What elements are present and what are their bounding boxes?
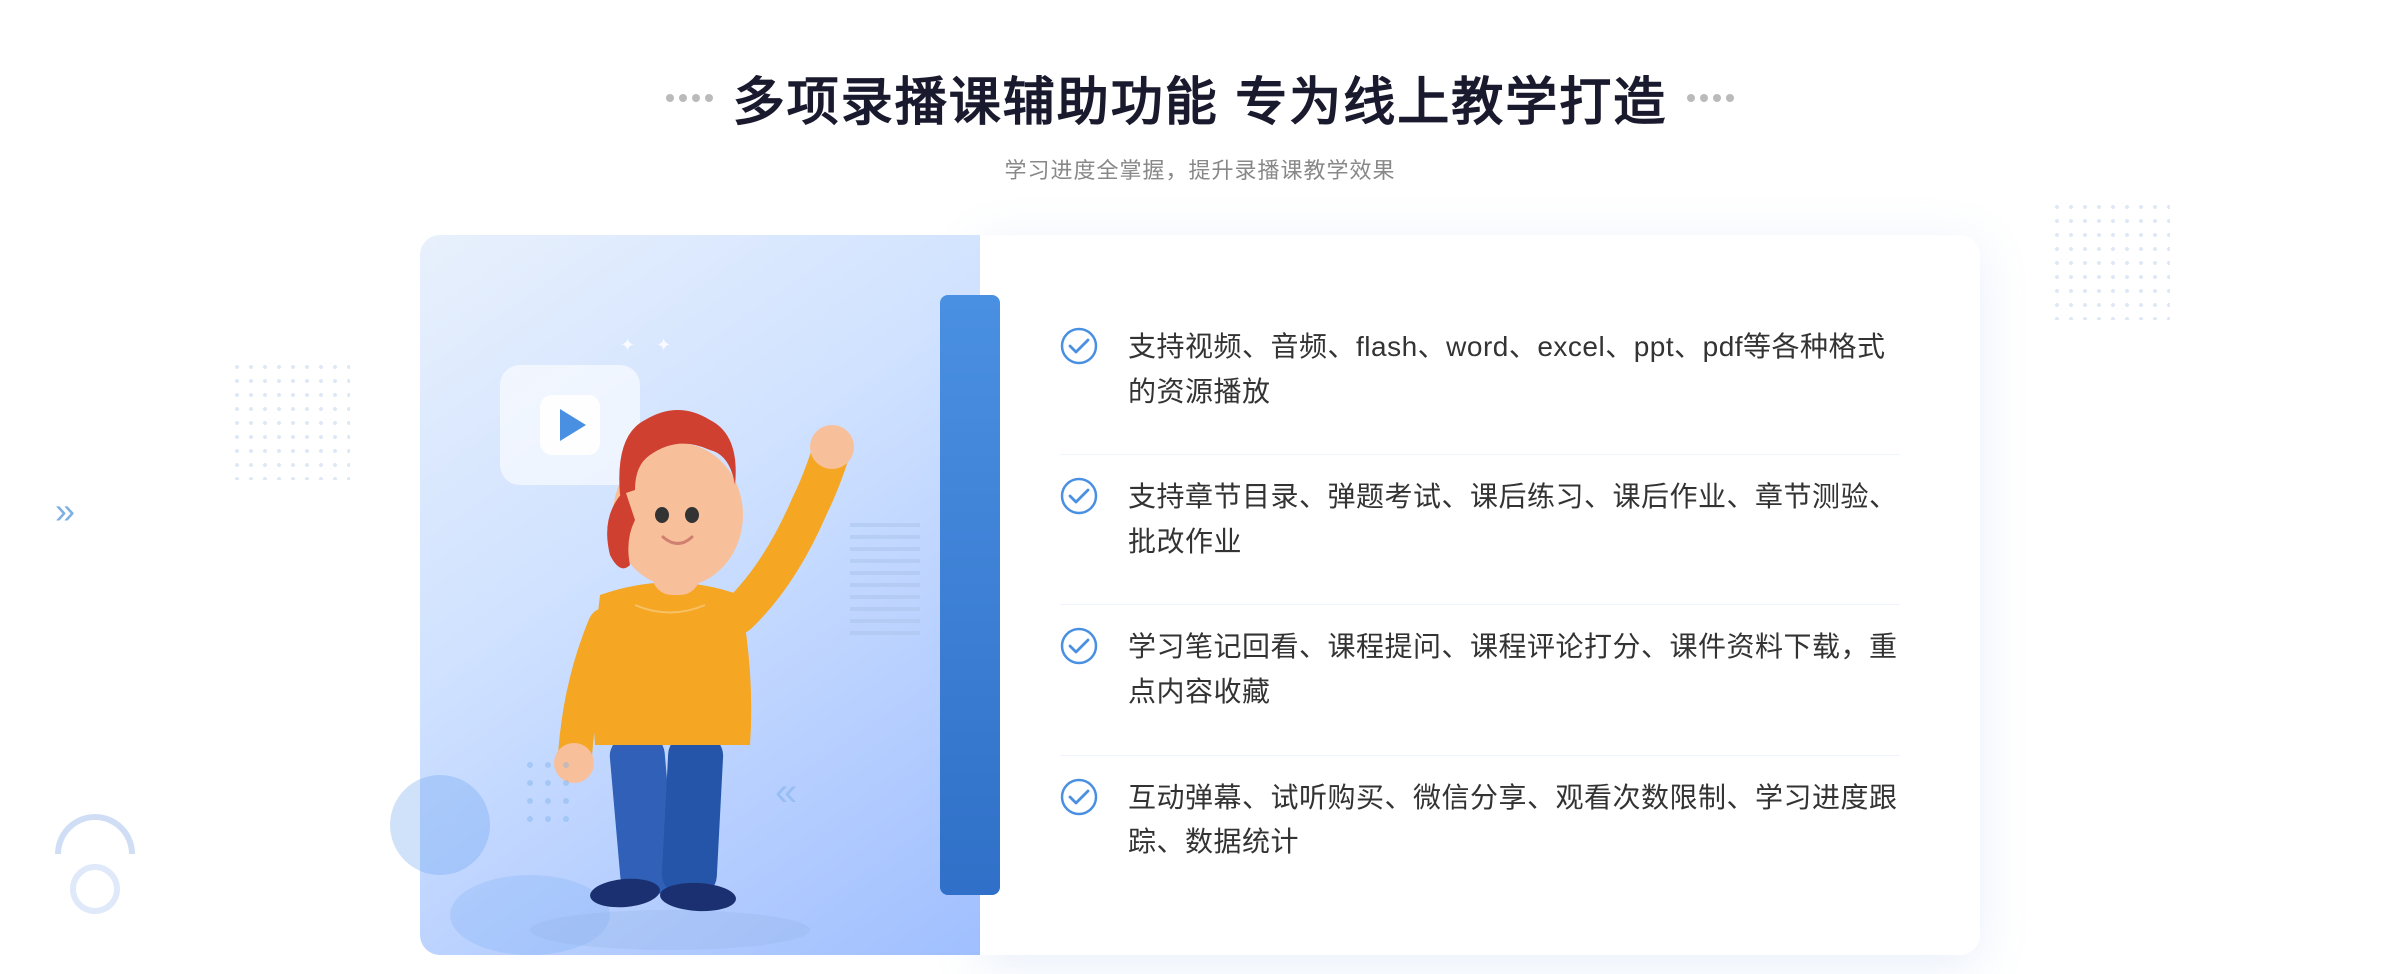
person-illustration: « — [470, 375, 890, 955]
dot6 — [1700, 94, 1708, 102]
blue-stripe-decoration — [940, 295, 1000, 895]
feature-text-4: 互动弹幕、试听购买、微信分享、观看次数限制、学习进度跟踪、数据统计 — [1128, 776, 1900, 866]
arrow-left-decoration: » — [55, 490, 75, 532]
dot3 — [692, 94, 700, 102]
feature-item-4: 互动弹幕、试听购买、微信分享、观看次数限制、学习进度跟踪、数据统计 — [1060, 755, 1900, 886]
main-title: 多项录播课辅助功能 专为线上教学打造 — [733, 60, 1667, 135]
svg-text:«: « — [775, 770, 797, 814]
check-icon-1 — [1060, 327, 1098, 365]
deco-full-circle — [70, 864, 120, 914]
dot5 — [1687, 94, 1695, 102]
dot2 — [679, 94, 687, 102]
header-section: 多项录播课辅助功能 专为线上教学打造 学习进度全掌握，提升录播课教学效果 — [0, 60, 2400, 185]
feature-item-3: 学习笔记回看、课程提问、课程评论打分、课件资料下载，重点内容收藏 — [1060, 604, 1900, 735]
dot4 — [705, 94, 713, 102]
feature-text-3: 学习笔记回看、课程提问、课程评论打分、课件资料下载，重点内容收藏 — [1128, 625, 1900, 715]
title-dots-right — [1687, 94, 1734, 102]
title-dots-left — [666, 94, 713, 102]
deco-semicircle — [55, 814, 135, 854]
features-panel: 支持视频、音频、flash、word、excel、ppt、pdf等各种格式的资源… — [980, 235, 1980, 955]
check-icon-2 — [1060, 477, 1098, 515]
dot-pattern-left — [230, 360, 350, 480]
main-content: « 支持视频、音频、flash、word、excel、ppt、pdf等各种格式的… — [420, 235, 1980, 955]
feature-text-2: 支持章节目录、弹题考试、课后练习、课后作业、章节测验、批改作业 — [1128, 475, 1900, 565]
page-wrapper: » 多项录播课辅助功能 专为线上教学打造 学习进度全掌握，提升录播课教学效果 — [0, 0, 2400, 974]
sparkle-decoration — [620, 335, 679, 356]
feature-text-1: 支持视频、音频、flash、word、excel、ppt、pdf等各种格式的资源… — [1128, 325, 1900, 415]
check-icon-3 — [1060, 627, 1098, 665]
feature-item-2: 支持章节目录、弹题考试、课后练习、课后作业、章节测验、批改作业 — [1060, 454, 1900, 585]
check-icon-4 — [1060, 778, 1098, 816]
dot1 — [666, 94, 674, 102]
bottom-left-decoration — [55, 814, 135, 914]
feature-item-1: 支持视频、音频、flash、word、excel、ppt、pdf等各种格式的资源… — [1060, 305, 1900, 435]
illustration-panel: « — [420, 235, 980, 955]
person-svg: « — [470, 375, 890, 955]
dot-pattern-right — [2050, 200, 2170, 320]
subtitle: 学习进度全掌握，提升录播课教学效果 — [1004, 153, 1395, 185]
dot8 — [1726, 94, 1734, 102]
title-row: 多项录播课辅助功能 专为线上教学打造 — [666, 60, 1734, 135]
dot7 — [1713, 94, 1721, 102]
